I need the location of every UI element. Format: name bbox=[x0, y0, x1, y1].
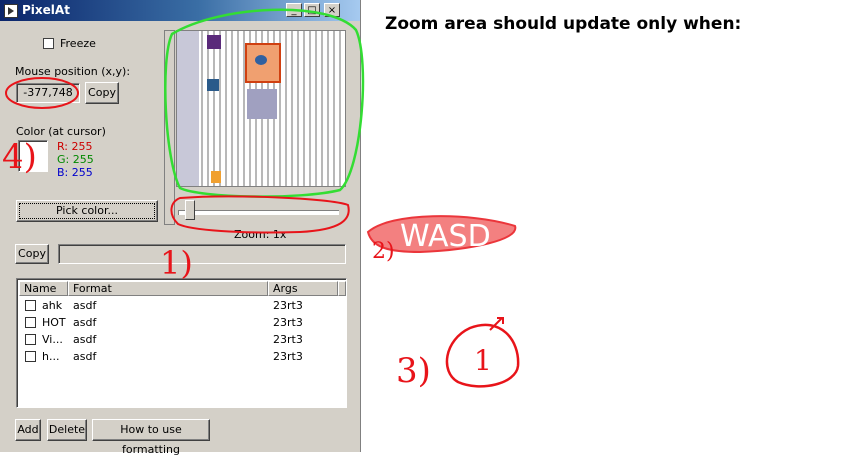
pick-color-button[interactable]: Pick color... bbox=[16, 200, 158, 222]
zoom-orange-block bbox=[211, 171, 221, 183]
maximize-button[interactable]: □ bbox=[304, 3, 320, 17]
row-checkbox[interactable] bbox=[25, 300, 36, 311]
column-name[interactable]: Name bbox=[19, 281, 68, 296]
column-args[interactable]: Args bbox=[268, 281, 338, 296]
row-checkbox[interactable] bbox=[25, 334, 36, 345]
zoom-slider-track bbox=[178, 210, 339, 215]
app-icon bbox=[4, 4, 18, 18]
list-item[interactable]: Vi... asdf 23rt3 bbox=[19, 331, 344, 348]
green-value: G: 255 bbox=[57, 153, 94, 166]
red-value: R: 255 bbox=[57, 140, 93, 153]
zoom-icon-block bbox=[207, 79, 219, 91]
freeze-label: Freeze bbox=[60, 37, 96, 50]
annotation-note: Zoom area should update only when: bbox=[385, 14, 742, 34]
red-circle-3 bbox=[445, 323, 520, 388]
row-name: HOT bbox=[42, 316, 66, 329]
row-checkbox[interactable] bbox=[25, 351, 36, 362]
window-title: PixelAt bbox=[22, 3, 70, 17]
zoom-eye-pupil bbox=[255, 55, 267, 65]
wasd-scribble bbox=[366, 215, 517, 254]
freeze-checkbox[interactable] bbox=[43, 38, 54, 49]
format-list[interactable]: Name Format Args ahk asdf 23rt3 HOT asdf… bbox=[16, 278, 347, 408]
row-name: ahk bbox=[42, 299, 63, 312]
row-format: asdf bbox=[73, 299, 97, 312]
column-filler bbox=[338, 281, 346, 296]
zoom-left-strip bbox=[177, 31, 199, 186]
list-header: Name Format Args bbox=[19, 281, 346, 296]
delete-button[interactable]: Delete bbox=[47, 419, 87, 441]
row-format: asdf bbox=[73, 316, 97, 329]
zoom-scrollbar[interactable] bbox=[164, 30, 175, 225]
row-name: Vi... bbox=[42, 333, 63, 346]
zoom-slider-thumb[interactable] bbox=[185, 200, 195, 220]
how-to-use-formatting-button[interactable]: How to use formatting bbox=[92, 419, 210, 456]
list-item[interactable]: HOT asdf 23rt3 bbox=[19, 314, 344, 331]
row-args: 23rt3 bbox=[273, 350, 303, 363]
list-item[interactable]: ahk asdf 23rt3 bbox=[19, 297, 344, 314]
row-name: h... bbox=[42, 350, 60, 363]
row-args: 23rt3 bbox=[273, 333, 303, 346]
zoom-label: Zoom: 1x bbox=[234, 228, 287, 241]
mark-3: 3) bbox=[396, 351, 431, 391]
wasd-text: WASD bbox=[400, 219, 491, 254]
pixelat-window: PixelAt _ □ × Freeze Mouse position (x,y… bbox=[0, 0, 361, 456]
red-arrow bbox=[489, 317, 504, 331]
copy-position-button[interactable]: Copy bbox=[85, 82, 119, 104]
column-format[interactable]: Format bbox=[68, 281, 268, 296]
minimize-button[interactable]: _ bbox=[286, 3, 302, 17]
list-item[interactable]: h... asdf 23rt3 bbox=[19, 348, 344, 365]
output-field[interactable] bbox=[58, 244, 346, 264]
zoom-cursor-block bbox=[247, 89, 277, 119]
color-label: Color (at cursor) bbox=[16, 125, 106, 138]
row-args: 23rt3 bbox=[273, 316, 303, 329]
mouse-position-label: Mouse position (x,y): bbox=[15, 65, 131, 78]
title-bar[interactable]: PixelAt _ □ × bbox=[0, 0, 360, 21]
row-checkbox[interactable] bbox=[25, 317, 36, 328]
color-swatch bbox=[18, 140, 48, 172]
blue-value: B: 255 bbox=[57, 166, 93, 179]
zoom-area bbox=[176, 30, 346, 187]
circle-number: 1 bbox=[474, 344, 492, 377]
mouse-position-field[interactable]: -377,748 bbox=[16, 83, 80, 103]
close-button[interactable]: × bbox=[324, 3, 340, 17]
row-format: asdf bbox=[73, 350, 97, 363]
copy-output-button[interactable]: Copy bbox=[15, 244, 49, 264]
add-button[interactable]: Add bbox=[15, 419, 41, 441]
zoom-icon-block bbox=[207, 35, 221, 49]
mark-2: 2) bbox=[372, 239, 395, 264]
row-format: asdf bbox=[73, 333, 97, 346]
row-args: 23rt3 bbox=[273, 299, 303, 312]
